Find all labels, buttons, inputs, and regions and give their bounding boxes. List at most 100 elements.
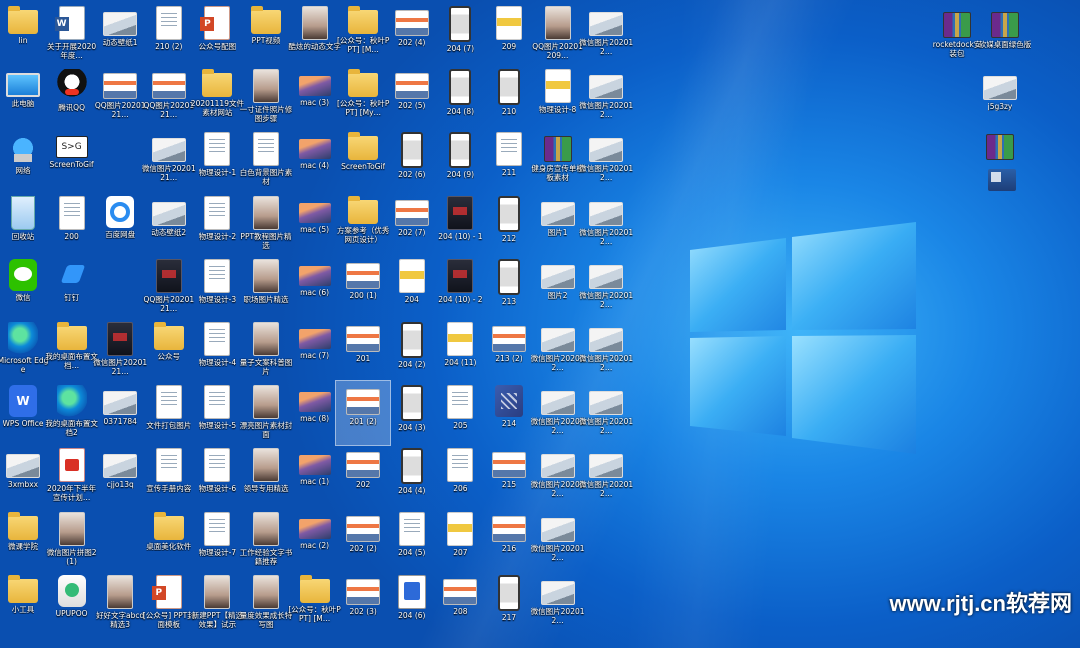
desktop-icon[interactable]: rocketdock安装包: [930, 4, 984, 68]
desktop-icon[interactable]: ScreenToGif: [336, 128, 390, 192]
desktop-icon[interactable]: ScreenToGif: [45, 128, 99, 192]
desktop-icon[interactable]: 212: [482, 192, 536, 256]
desktop-icon[interactable]: 206: [433, 444, 487, 508]
desktop-icon[interactable]: 202 (4): [385, 2, 439, 66]
desktop-icon[interactable]: 微课学院: [0, 508, 50, 572]
desktop-icon[interactable]: 我的桌面布置文档…: [45, 318, 99, 382]
desktop-icon[interactable]: 微信图片2020121…: [93, 318, 147, 382]
desktop-icon[interactable]: 202 (7): [385, 192, 439, 256]
desktop-icon[interactable]: 2020年下半年宣传计划…: [45, 444, 99, 508]
desktop-icon[interactable]: 204 (3): [385, 381, 439, 445]
desktop-icon[interactable]: 酷炫的动态文字: [288, 2, 342, 66]
desktop-icon[interactable]: 216: [482, 508, 536, 572]
desktop-icon[interactable]: 210 (2): [142, 2, 196, 66]
desktop-icon[interactable]: 20201119文件素材网站: [190, 65, 244, 129]
desktop-icon[interactable]: [公众号：秋叶PPT] [My…: [336, 65, 390, 129]
desktop-icon[interactable]: 211: [482, 128, 536, 192]
desktop-icon[interactable]: mac (4): [288, 128, 342, 192]
desktop-icon[interactable]: 公众号配图: [190, 2, 244, 66]
desktop-icon[interactable]: 漂亮图片素材封面: [239, 381, 293, 445]
desktop-icon[interactable]: 微信图片202012…: [579, 2, 633, 66]
desktop-icon[interactable]: UPUPOO: [45, 571, 99, 635]
desktop-icon[interactable]: cjjo13q: [93, 444, 147, 508]
desktop-icon[interactable]: 201: [336, 318, 390, 382]
desktop-icon[interactable]: QQ图片20201209…: [531, 2, 585, 66]
desktop-icon[interactable]: j5g3zy: [973, 66, 1027, 130]
desktop-icon[interactable]: 205: [433, 381, 487, 445]
desktop-icon[interactable]: 204 (5): [385, 508, 439, 572]
desktop-icon[interactable]: PPT视频: [239, 2, 293, 66]
desktop-icon[interactable]: 微信图片202012…: [579, 128, 633, 192]
desktop-icon[interactable]: 物理设计-5: [190, 381, 244, 445]
desktop-icon[interactable]: 物理设计-1: [190, 128, 244, 192]
desktop-icon[interactable]: 3xmbxx: [0, 444, 50, 508]
desktop-icon[interactable]: 宣传手册内容: [142, 444, 196, 508]
desktop-icon[interactable]: 208: [433, 571, 487, 635]
desktop-icon[interactable]: 204 (2): [385, 318, 439, 382]
desktop-icon[interactable]: 钉钉: [45, 255, 99, 319]
desktop-icon[interactable]: 微信图片拼图2(1): [45, 508, 99, 572]
desktop-icon[interactable]: [公众号：秋叶PPT] [M…: [288, 571, 342, 635]
desktop-icon[interactable]: 物理设计-7: [190, 508, 244, 572]
desktop-icon[interactable]: 202: [336, 444, 390, 508]
desktop-icon[interactable]: 200 (1): [336, 255, 390, 319]
desktop-icon[interactable]: 健身房宣传单模板素材: [531, 128, 585, 192]
desktop-icon[interactable]: 微信图片202012…: [531, 318, 585, 382]
desktop-icon[interactable]: 方案参考（优秀网页设计）: [336, 192, 390, 256]
desktop-icon[interactable]: QQ图片2020121…: [93, 65, 147, 129]
desktop-icon[interactable]: 微信图片202012…: [531, 444, 585, 508]
desktop-icon[interactable]: 领导专用精选: [239, 444, 293, 508]
desktop-icon[interactable]: 文件打包图片: [142, 381, 196, 445]
desktop-icon[interactable]: 微信: [0, 255, 50, 319]
desktop-icon[interactable]: mac (8): [288, 381, 342, 445]
desktop-icon[interactable]: 微信图片202012…: [579, 65, 633, 129]
desktop-icon[interactable]: 新建PPT【精选效果】试示: [190, 571, 244, 635]
desktop-icon[interactable]: 百度网盘: [93, 192, 147, 256]
desktop-icon[interactable]: 微信图片202012…: [579, 318, 633, 382]
desktop-icon[interactable]: 微信图片202012…: [579, 381, 633, 445]
desktop-icon[interactable]: 209: [482, 2, 536, 66]
desktop-icon[interactable]: 动态壁纸2: [142, 192, 196, 256]
desktop-icon[interactable]: 204 (9): [433, 128, 487, 192]
desktop-icon[interactable]: 204 (10) - 2: [433, 255, 487, 319]
desktop-icon[interactable]: 微信图片202012…: [579, 444, 633, 508]
desktop-icon[interactable]: 204 (10) - 1: [433, 192, 487, 256]
desktop-icon[interactable]: mac (2): [288, 508, 342, 572]
desktop-icon[interactable]: 200: [45, 192, 99, 256]
desktop-icon[interactable]: 202 (5): [385, 65, 439, 129]
desktop-icon[interactable]: 207: [433, 508, 487, 572]
desktop-icon[interactable]: lin: [0, 2, 50, 66]
desktop-icon[interactable]: 回收站: [0, 192, 50, 256]
desktop-icon[interactable]: PPT教程图片精选: [239, 192, 293, 256]
desktop-icon[interactable]: 公众号: [142, 318, 196, 382]
desktop-icon[interactable]: 物理设计-6: [190, 444, 244, 508]
desktop-icon[interactable]: mac (7): [288, 318, 342, 382]
desktop-icon[interactable]: 量子文案科普图片: [239, 318, 293, 382]
desktop-icon[interactable]: 白色背景图片素材: [239, 128, 293, 192]
desktop-icon[interactable]: 204 (4): [385, 444, 439, 508]
desktop-icon[interactable]: 微信图片202012…: [531, 508, 585, 572]
desktop-icon[interactable]: 210: [482, 65, 536, 129]
desktop-icon[interactable]: 214: [482, 381, 536, 445]
desktop-icon[interactable]: 204 (8): [433, 65, 487, 129]
desktop-icon[interactable]: 物理设计-2: [190, 192, 244, 256]
desktop-icon[interactable]: 物理设计-3: [190, 255, 244, 319]
desktop-icon[interactable]: 职场图片精选: [239, 255, 293, 319]
desktop-icon[interactable]: 微信图片202012…: [531, 571, 585, 635]
desktop-icon[interactable]: Microsoft Edge: [0, 318, 50, 382]
desktop-icon[interactable]: 好好文字abcd精选3: [93, 571, 147, 635]
desktop-icon[interactable]: 202 (6): [385, 128, 439, 192]
desktop-icon[interactable]: 桌面美化软件: [142, 508, 196, 572]
desktop-icon[interactable]: 软媒桌面绿色版: [978, 4, 1032, 68]
desktop-icon[interactable]: 202 (2): [336, 508, 390, 572]
desktop-icon[interactable]: 204 (6): [385, 571, 439, 635]
desktop-icon[interactable]: 204 (7): [433, 2, 487, 66]
desktop-icon[interactable]: [975, 160, 1029, 224]
desktop-icon[interactable]: 图片1: [531, 192, 585, 256]
desktop-icon[interactable]: 微信图片202012…: [531, 381, 585, 445]
desktop-icon[interactable]: 202 (3): [336, 571, 390, 635]
desktop-icon[interactable]: QQ图片2020121…: [142, 65, 196, 129]
desktop-icon[interactable]: 腾讯QQ: [45, 65, 99, 129]
desktop-icon[interactable]: QQ图片2020121…: [142, 255, 196, 319]
desktop-icon[interactable]: 量度效果成长特写图: [239, 571, 293, 635]
